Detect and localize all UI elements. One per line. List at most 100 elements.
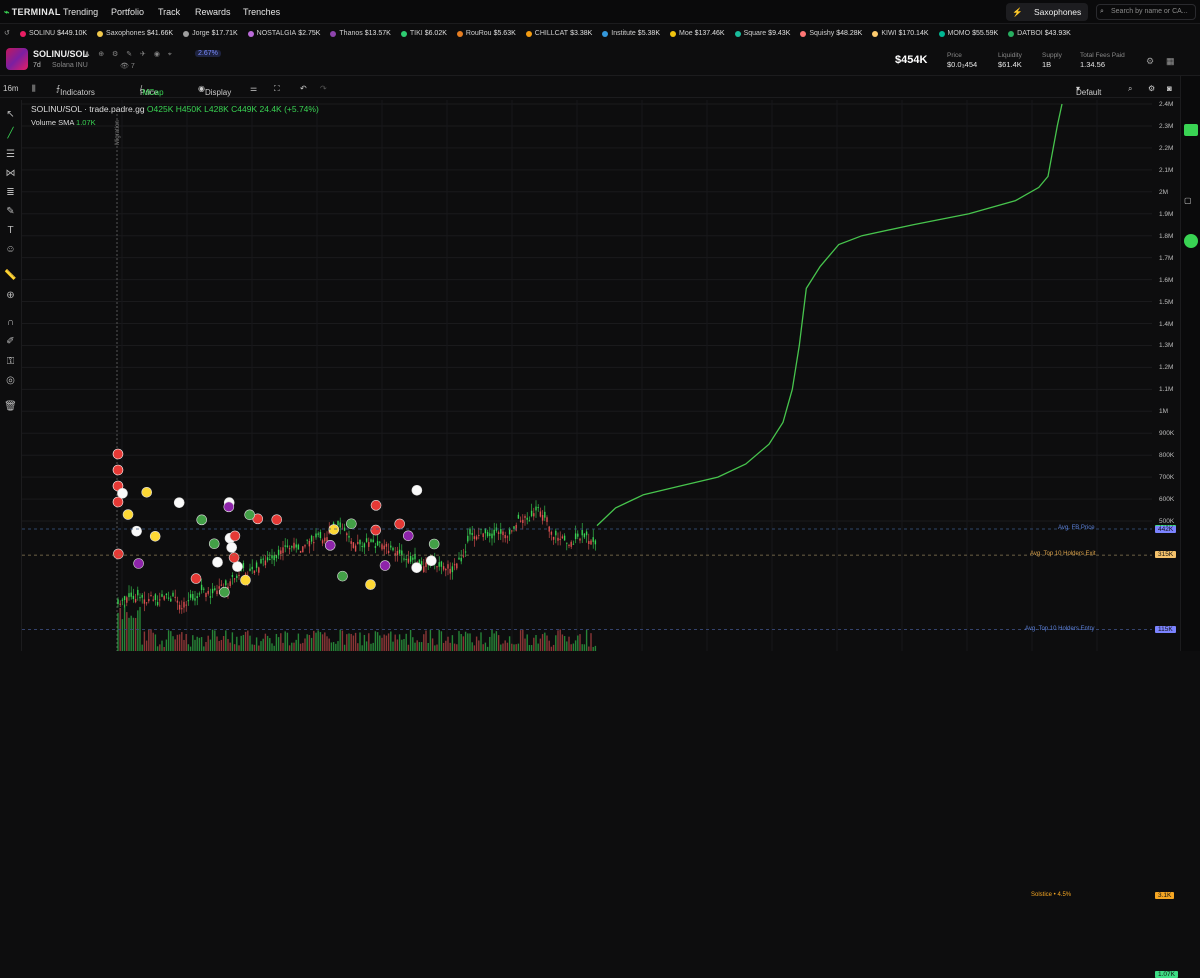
volume-bar xyxy=(447,636,449,651)
zoom-icon[interactable]: ⊕ xyxy=(4,289,17,302)
trash-icon[interactable]: 🗑 xyxy=(4,400,17,413)
volume-bar xyxy=(557,630,559,651)
volume-bar xyxy=(185,634,187,651)
volume-bar xyxy=(335,643,337,651)
price-mcap-toggle[interactable]: Price / MCap xyxy=(140,84,164,97)
ticker-name: Squishy xyxy=(809,30,835,37)
ticker-item[interactable]: KIWI $170.14K xyxy=(872,30,929,37)
ticker-price: $449.10K xyxy=(57,30,88,37)
history-icon[interactable]: ↺ xyxy=(4,29,10,37)
volume-bar xyxy=(255,637,258,651)
volume-bar xyxy=(313,630,315,651)
brand-logo[interactable]: ⌁ TERMINAL xyxy=(4,7,61,18)
text-icon[interactable]: T xyxy=(4,224,17,237)
toggle-icon[interactable] xyxy=(1184,234,1198,248)
camera-icon[interactable]: ◙ xyxy=(1167,84,1172,93)
cursor-icon[interactable]: ↖ xyxy=(4,108,17,121)
ruler-icon[interactable]: 📏 xyxy=(4,269,17,282)
ticker-price: $3.38K xyxy=(570,30,593,37)
candle xyxy=(258,567,260,573)
candle-type-icon[interactable]: ⫼ xyxy=(32,84,36,94)
ticker-item[interactable]: CHILLCAT $3.38K xyxy=(525,30,593,37)
fullscreen-icon[interactable]: ⛶ xyxy=(274,84,280,94)
ticker-name: KIWI xyxy=(881,30,897,37)
panel-icon[interactable]: ▢ xyxy=(1184,196,1192,205)
candle xyxy=(209,596,212,598)
candle xyxy=(511,530,513,532)
candle xyxy=(438,562,440,567)
candle xyxy=(293,542,295,549)
volume-bar xyxy=(409,629,412,651)
grid-icon[interactable]: ▦ xyxy=(1166,56,1175,67)
volume-bar xyxy=(484,642,487,651)
ticker-item[interactable]: Squishy $48.28K xyxy=(800,30,862,37)
ticker-item[interactable]: SOLINU $449.10K xyxy=(20,30,87,37)
magnet-icon[interactable]: ∩ xyxy=(4,316,17,329)
display-button[interactable]: ◉ Display xyxy=(198,84,231,97)
volume-bar xyxy=(302,642,304,651)
horizontal-lines-icon[interactable]: ☰ xyxy=(4,148,17,161)
ticker-price: $13.57K xyxy=(364,30,391,37)
trade-bubble xyxy=(240,574,251,586)
ticker-item[interactable]: TIKI $6.02K xyxy=(400,30,447,37)
gear-icon[interactable]: ⚙ xyxy=(1148,84,1155,93)
candle xyxy=(216,590,218,595)
price-chart[interactable]: Migration xyxy=(22,100,1152,651)
emoji-icon[interactable]: ☺ xyxy=(4,243,17,256)
axis-tick: 2M xyxy=(1159,188,1169,196)
trend-line-icon[interactable]: ╱ xyxy=(4,127,17,140)
trade-bubble xyxy=(133,558,144,569)
lock-icon[interactable]: ⚿ xyxy=(4,355,17,368)
wallet-button[interactable]: ⚡ Saxophones xyxy=(1006,3,1088,21)
volume-bar xyxy=(376,632,379,651)
fib-icon[interactable]: ≣ xyxy=(4,186,17,199)
price-axis[interactable]: 2.4M 2.3M 2.2M 2.1M 2M 1.9M 1.8M 1.7M 1.6M 1.5M 1.… xyxy=(1152,100,1178,651)
candle xyxy=(526,517,528,520)
indicators-button[interactable]: ⨍ Indicators xyxy=(56,84,95,97)
candle xyxy=(462,555,465,557)
search-input[interactable]: ⌕ Search by name or CA... xyxy=(1096,4,1196,20)
volume-bar xyxy=(310,637,313,651)
redo-icon[interactable]: ↷ xyxy=(320,84,327,93)
ticker-name: TIKI xyxy=(409,30,423,37)
interval-select[interactable]: 16m xyxy=(3,84,19,93)
trade-bubble xyxy=(149,530,161,542)
nav-trenches[interactable]: Trenches xyxy=(243,7,280,17)
brush-icon[interactable]: ✎ xyxy=(4,205,17,218)
volume-bar xyxy=(574,640,577,651)
undo-icon[interactable]: ↶ xyxy=(300,84,307,93)
ticker-item[interactable]: Square $9.43K xyxy=(734,30,790,37)
ticker-item[interactable]: Jorge $17.71K xyxy=(183,30,238,37)
ticker-item[interactable]: Institute $5.38K xyxy=(602,30,660,37)
ticker-item[interactable]: Moe $137.46K xyxy=(669,30,725,37)
volume-bar xyxy=(579,634,581,651)
pitchfork-icon[interactable]: ⋈ xyxy=(4,167,17,180)
settings-sliders-icon[interactable]: ⚌ xyxy=(250,84,257,93)
eye-icon[interactable]: ◎ xyxy=(4,374,17,387)
nav-trending[interactable]: Trending xyxy=(63,7,98,17)
ticker-item[interactable]: Saxophones $41.66K xyxy=(97,30,173,37)
nav-track[interactable]: Track xyxy=(158,7,180,17)
volume-bar xyxy=(537,643,539,651)
volume-bar xyxy=(423,634,425,651)
pencil-lock-icon[interactable]: ✐ xyxy=(4,335,17,348)
nav-portfolio[interactable]: Portfolio xyxy=(111,7,144,17)
ticker-item[interactable]: RouRou $5.63K xyxy=(456,30,516,37)
gear-icon[interactable]: ⚙ xyxy=(1146,56,1154,67)
token-action-icons[interactable]: ♟ ⊕ ⚙ ✎ ✈ ◉ ⌖ xyxy=(84,50,175,59)
ticker-item[interactable]: NOSTALGIA $2.75K xyxy=(247,30,320,37)
ticker-item[interactable]: DATBOI $43.93K xyxy=(1008,30,1071,37)
volume-bar xyxy=(220,639,223,651)
ticker-item[interactable]: Thanos $13.57K xyxy=(330,30,391,37)
token-pair: SOLINU/SOL xyxy=(33,49,89,59)
search-icon[interactable]: ⌕ xyxy=(1128,84,1132,94)
volume-bar xyxy=(291,642,293,651)
volume-bar xyxy=(244,631,247,651)
nav-rewards[interactable]: Rewards xyxy=(195,7,231,17)
buy-tab[interactable] xyxy=(1184,124,1198,136)
layout-select[interactable]: Default ▾ xyxy=(1076,84,1101,97)
candle xyxy=(348,535,350,538)
candle xyxy=(152,599,154,601)
volume-bar xyxy=(530,645,533,651)
ticker-item[interactable]: MOMO $55.59K xyxy=(938,30,998,37)
